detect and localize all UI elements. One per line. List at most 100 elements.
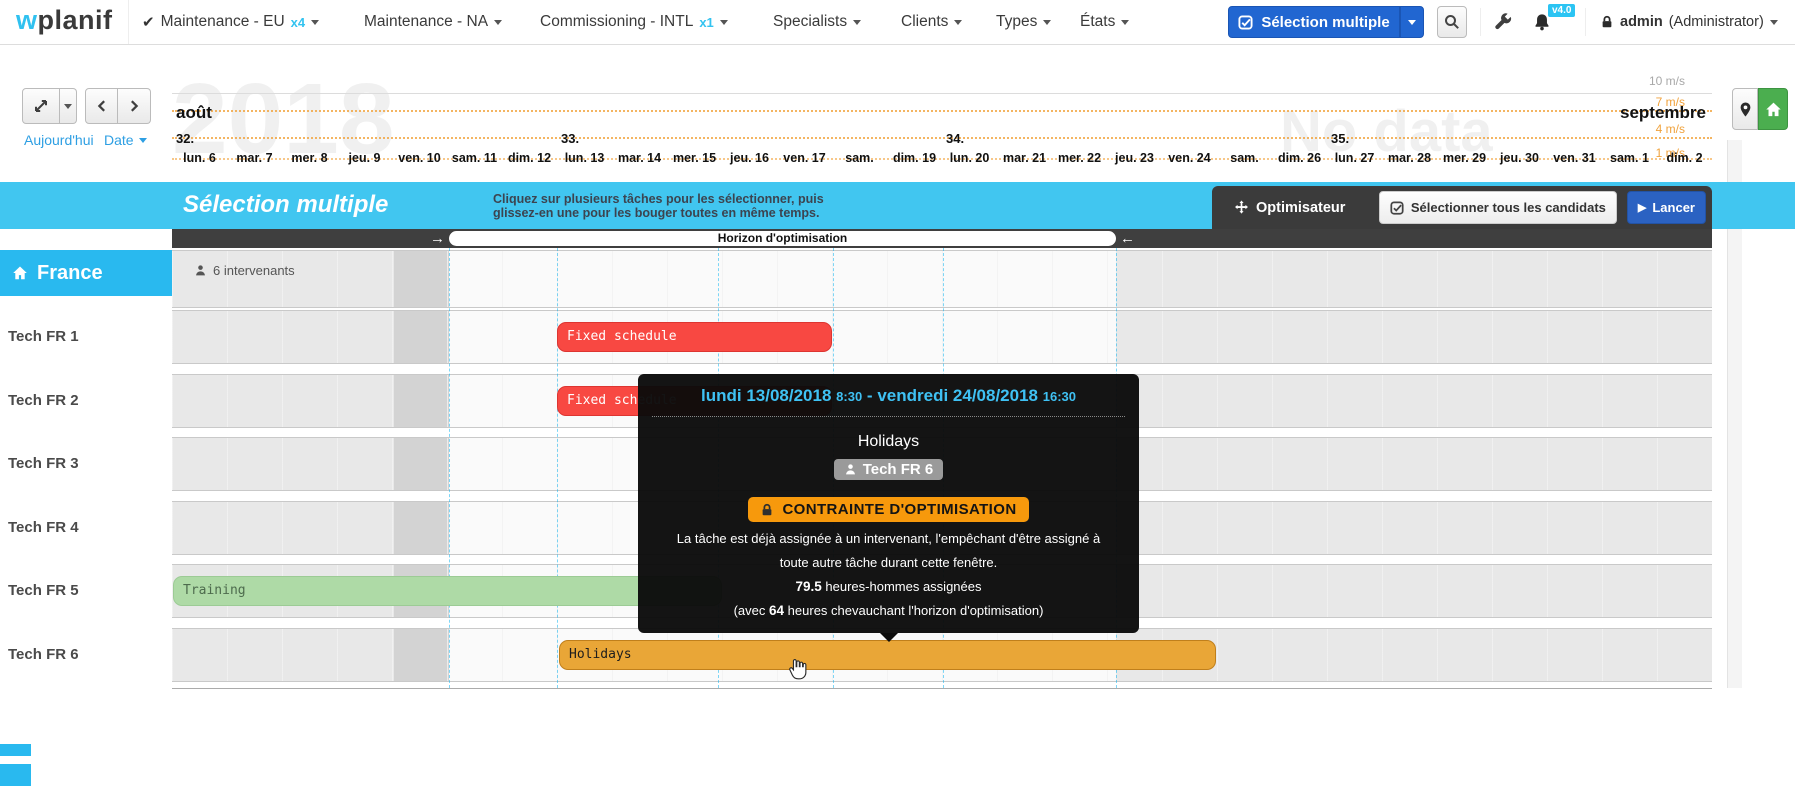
- multi-select-label: Sélection multiple: [1261, 14, 1389, 31]
- lock-icon: [1600, 15, 1614, 29]
- wind-gridline: [172, 137, 1712, 139]
- week-number: 34.: [946, 131, 964, 146]
- search-button[interactable]: [1437, 6, 1467, 38]
- date-link[interactable]: Date: [104, 132, 147, 148]
- day-label: sam.: [1217, 151, 1272, 165]
- arrow-left-icon[interactable]: ←: [1120, 229, 1135, 248]
- day-label: mar. 21: [997, 151, 1052, 165]
- group-block-partial[interactable]: [0, 744, 31, 756]
- row-band-tech-fr-1[interactable]: [172, 310, 1712, 364]
- day-label: lun. 6: [172, 151, 227, 165]
- check-square-icon: [1238, 15, 1253, 30]
- move-arrows-icon: [1234, 200, 1249, 215]
- wind-gridline: [172, 110, 1712, 112]
- optimizer-label-wrap: Optimisateur: [1234, 200, 1345, 216]
- day-label: dim. 19: [887, 151, 942, 165]
- check-square-icon: [1390, 201, 1404, 215]
- today-link[interactable]: Aujourd'hui: [24, 132, 94, 148]
- menu-clients[interactable]: Clients: [901, 0, 962, 44]
- day-label: dim. 2: [1657, 151, 1712, 165]
- day-label: dim. 12: [502, 151, 557, 165]
- day-label: mer. 22: [1052, 151, 1107, 165]
- optimization-horizon-strip: → Horizon d'optimisation ←: [172, 229, 1712, 248]
- menu-commissioning-intl[interactable]: Commissioning - INTL x1: [540, 0, 728, 44]
- mouse-cursor-hand: [787, 658, 807, 682]
- horizon-guide-line: [449, 248, 450, 688]
- menu-maintenance-eu[interactable]: ✔ Maintenance - EU x4: [142, 0, 319, 44]
- day-label: ven. 31: [1547, 151, 1602, 165]
- select-all-label: Sélectionner tous les candidats: [1411, 200, 1606, 215]
- optimization-horizon-range[interactable]: Horizon d'optimisation: [449, 231, 1116, 246]
- day-label: jeu. 9: [337, 151, 392, 165]
- user-role: (Administrator): [1669, 14, 1764, 30]
- group-name: France: [37, 262, 103, 285]
- chevron-down-icon: [954, 20, 962, 25]
- home-icon: [1765, 101, 1782, 118]
- day-label: ven. 17: [777, 151, 832, 165]
- month-label-september: septembre: [1586, 103, 1706, 123]
- tooltip-overlap-prefix: (avec: [734, 603, 766, 618]
- tooltip-description-line1: La tâche est déjà assignée à un interven…: [638, 531, 1139, 546]
- banner-hint-line1: Cliquez sur plusieurs tâches pour les sé…: [493, 192, 824, 206]
- menu-specialists[interactable]: Specialists: [773, 0, 861, 44]
- chevron-down-icon: [1408, 20, 1416, 25]
- menu-label: Specialists: [773, 13, 847, 31]
- optimizer-panel: Optimisateur Sélectionner tous les candi…: [1212, 186, 1712, 229]
- menu-maintenance-na[interactable]: Maintenance - NA: [364, 0, 502, 44]
- banner-hint-line2: glissez-en une pour les bouger toutes en…: [493, 206, 824, 220]
- tooltip-overlap: (avec 64 heures chevauchant l'horizon d'…: [638, 603, 1139, 618]
- arrow-right-icon[interactable]: →: [430, 229, 445, 248]
- task-bar-holidays[interactable]: Holidays: [559, 640, 1216, 670]
- lock-icon: [760, 503, 774, 517]
- multi-select-dropdown-button[interactable]: [1400, 6, 1424, 38]
- task-bar-fixed-schedule-1[interactable]: Fixed schedule: [557, 322, 832, 352]
- day-label: mer. 8: [282, 151, 337, 165]
- play-icon: ▶: [1638, 201, 1646, 214]
- app-logo[interactable]: wplanif: [16, 5, 113, 36]
- tooltip-overlap-value: 64: [769, 603, 784, 618]
- tooltip-end-time: 16:30: [1043, 389, 1076, 404]
- logo-prefix: w: [16, 5, 38, 35]
- resources-count: 6 intervenants: [194, 263, 295, 278]
- row-label-tech-fr-2: Tech FR 2: [8, 392, 79, 409]
- menu-etats[interactable]: États: [1080, 0, 1129, 44]
- today-label: Aujourd'hui: [24, 132, 94, 148]
- chevron-down-icon: [1043, 20, 1051, 25]
- settings-button[interactable]: [1494, 13, 1512, 31]
- day-label: sam. 11: [447, 151, 502, 165]
- week-number: 33.: [561, 131, 579, 146]
- chevron-down-icon: [494, 20, 502, 25]
- chevron-left-icon: [95, 99, 109, 113]
- row-label-tech-fr-1: Tech FR 1: [8, 328, 79, 345]
- launch-button[interactable]: ▶ Lancer: [1627, 191, 1706, 224]
- location-pin-icon: [1738, 101, 1753, 118]
- wind-speed-label: 10 m/s: [1600, 74, 1685, 88]
- next-period-button[interactable]: [118, 88, 151, 124]
- zoom-range-dropdown-button[interactable]: [60, 88, 77, 124]
- group-header-france[interactable]: France: [0, 250, 172, 296]
- group-block-partial[interactable]: [0, 764, 31, 786]
- zoom-range-button[interactable]: [22, 88, 60, 124]
- select-all-candidates-button[interactable]: Sélectionner tous les candidats: [1379, 191, 1617, 224]
- day-label: mar. 28: [1382, 151, 1437, 165]
- person-icon: [844, 463, 857, 476]
- day-label: jeu. 16: [722, 151, 777, 165]
- menu-label: Types: [996, 13, 1037, 31]
- menu-label: États: [1080, 13, 1115, 31]
- row-label-tech-fr-3: Tech FR 3: [8, 455, 79, 472]
- tooltip-range-separator: -: [867, 386, 873, 405]
- home-view-button[interactable]: [1758, 88, 1788, 130]
- menu-types[interactable]: Types: [996, 0, 1051, 44]
- day-label: lun. 20: [942, 151, 997, 165]
- day-label: ven. 24: [1162, 151, 1217, 165]
- day-label: lun. 27: [1327, 151, 1382, 165]
- logo-rest: planif: [38, 5, 113, 35]
- multi-select-button[interactable]: Sélection multiple: [1228, 6, 1400, 38]
- tooltip-start-time: 8:30: [836, 389, 862, 404]
- chevron-down-icon: [1121, 20, 1129, 25]
- version-badge: v4.0: [1548, 4, 1575, 17]
- user-menu[interactable]: admin (Administrator): [1600, 0, 1778, 44]
- map-view-button[interactable]: [1732, 88, 1758, 130]
- chevron-down-icon: [720, 20, 728, 25]
- previous-period-button[interactable]: [85, 88, 118, 124]
